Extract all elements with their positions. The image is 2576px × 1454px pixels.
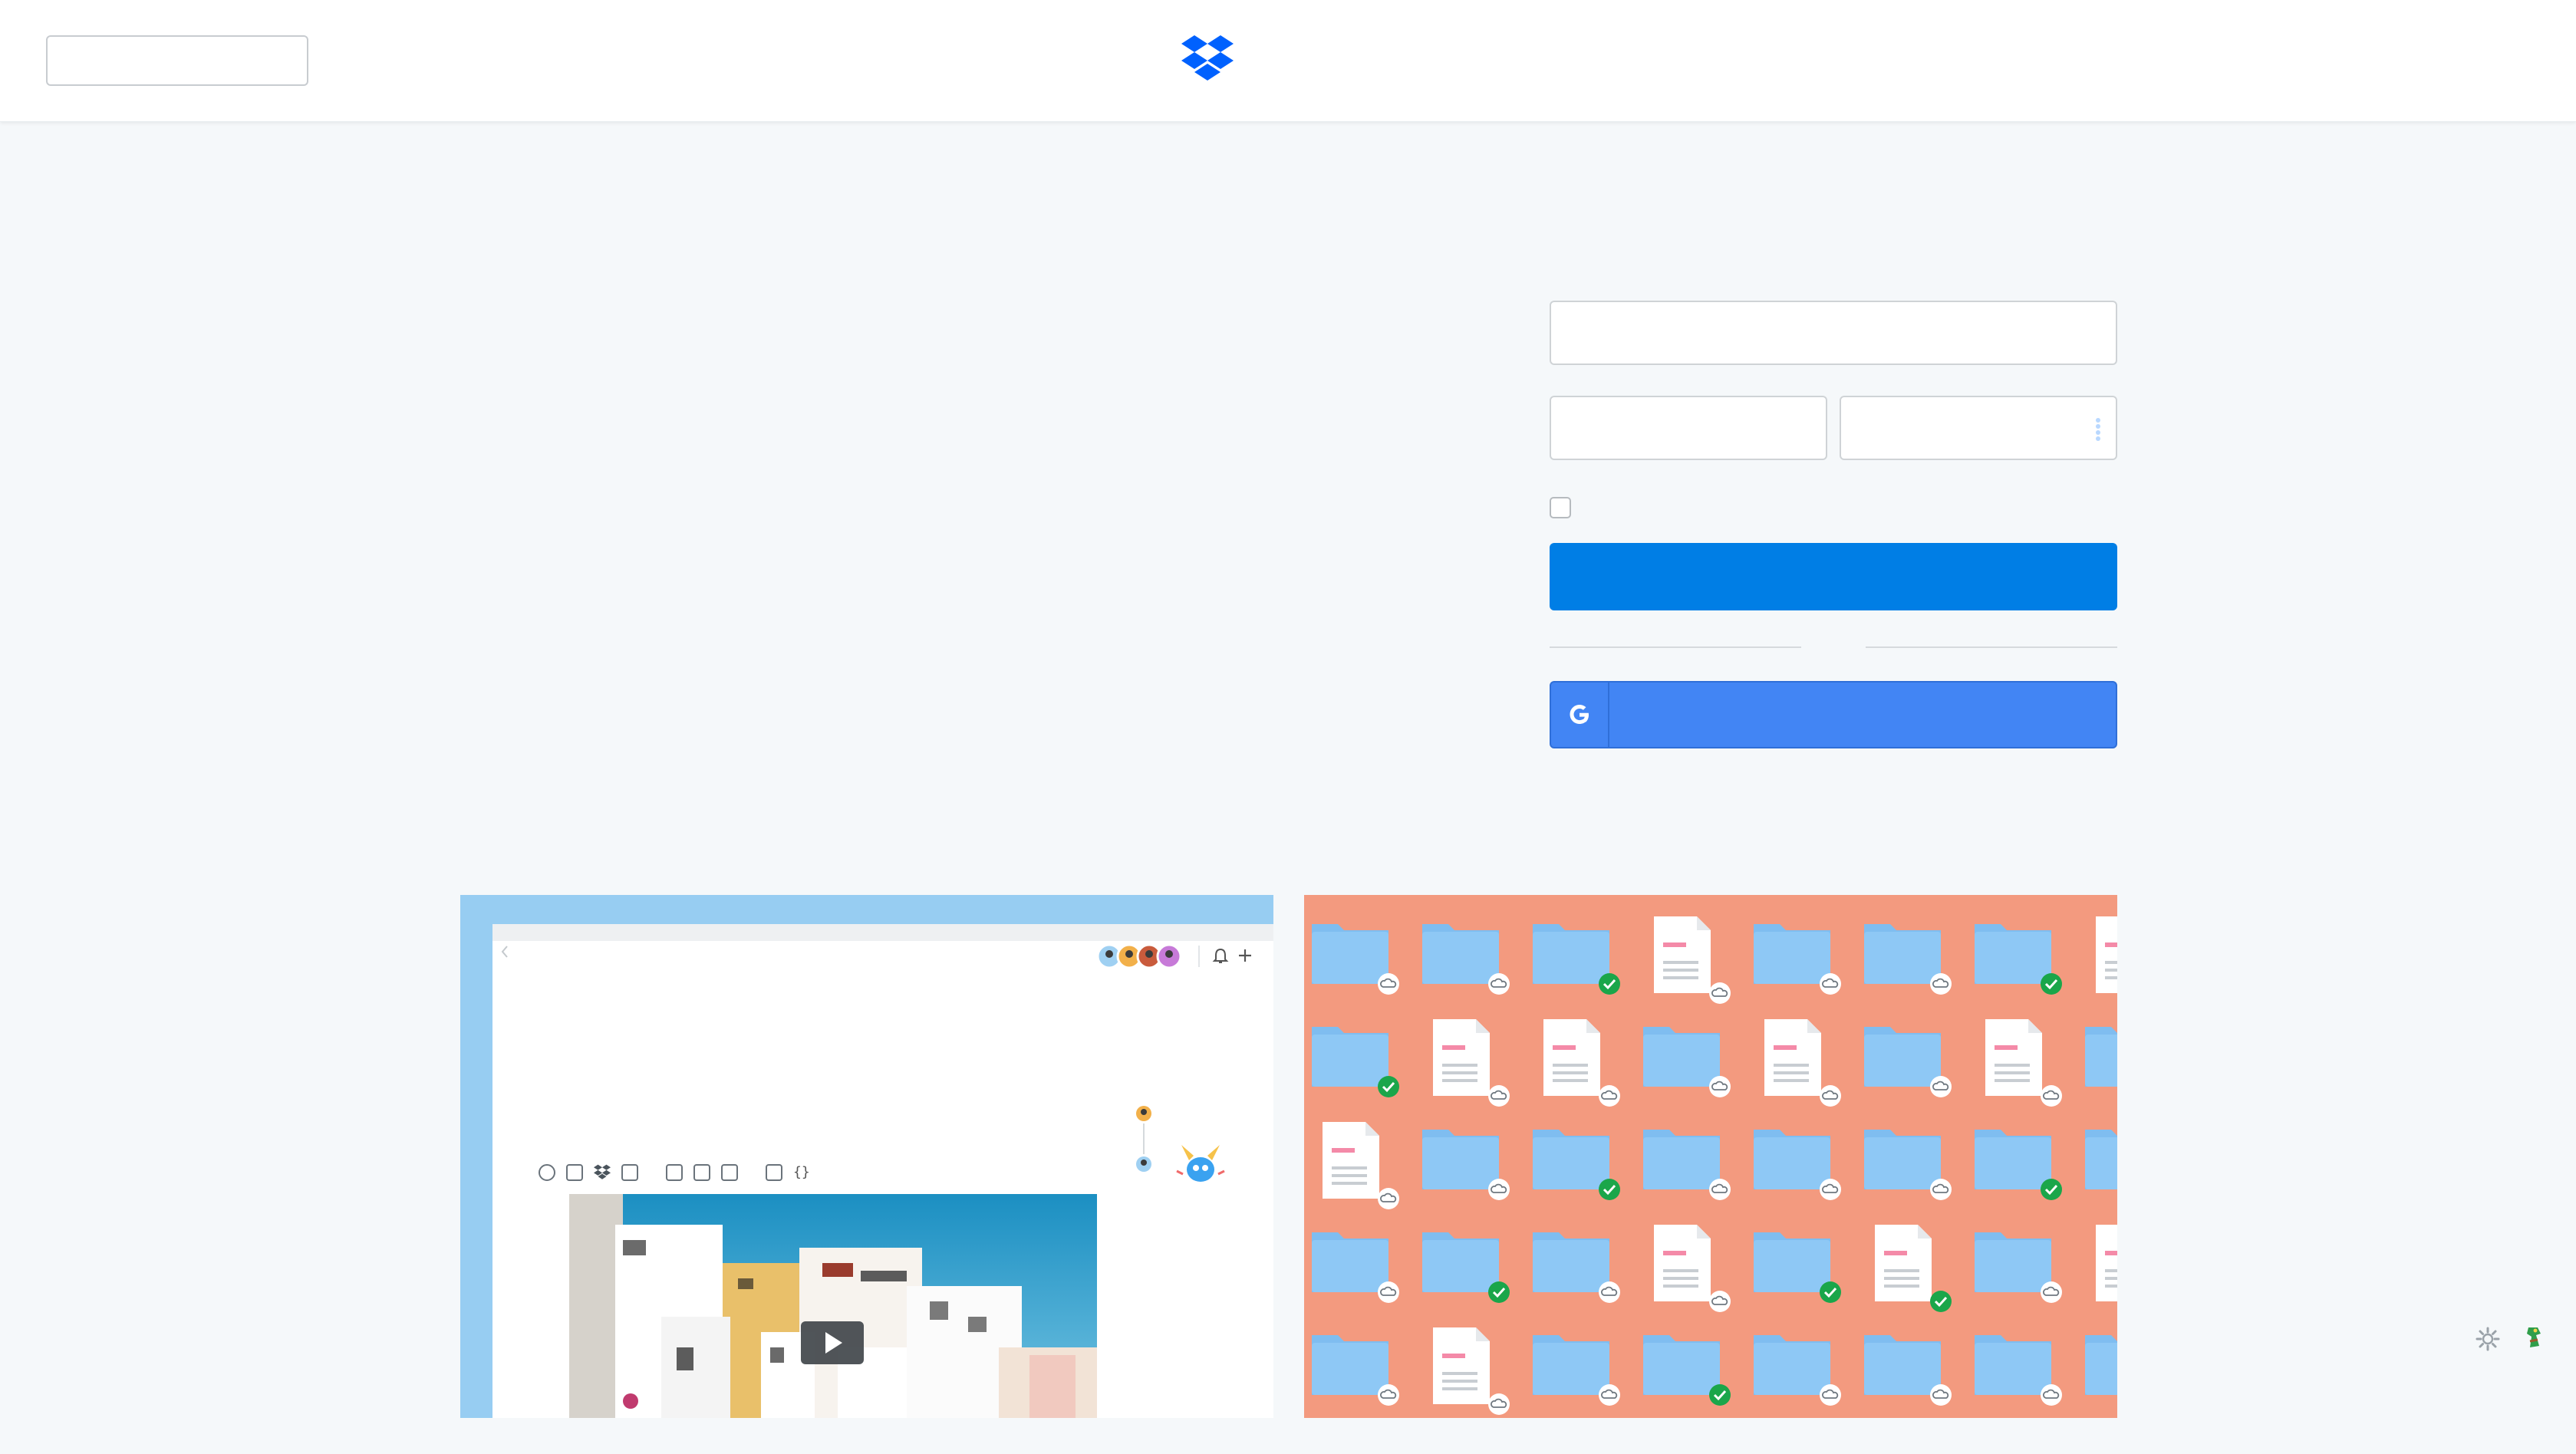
divider-line-right — [1866, 646, 2117, 648]
editor-toolbar: {} — [539, 1162, 810, 1183]
remember-checkbox[interactable] — [1550, 497, 1571, 518]
folder-tile — [1864, 1027, 1952, 1097]
folder-tile — [1422, 1232, 1510, 1303]
back-chevron-icon[interactable] — [500, 944, 509, 959]
folder-tile — [1422, 1130, 1510, 1200]
folder-tile — [1533, 1335, 1620, 1406]
folder-tile — [1533, 1130, 1620, 1200]
feedback-mascot-icon[interactable] — [2521, 1324, 2547, 1350]
divider-text — [1801, 637, 1866, 658]
folder-tile — [1754, 924, 1841, 995]
folder-tile — [1864, 924, 1952, 995]
first-name-input[interactable] — [1550, 396, 1827, 460]
file-tile — [1323, 1122, 1399, 1209]
email-input[interactable] — [1550, 301, 2117, 365]
folder-tile — [1312, 1232, 1399, 1303]
collaborator-avatars[interactable] — [1095, 942, 1181, 970]
google-signin-button[interactable] — [1550, 681, 2117, 748]
sticker-creature-icon — [1176, 1145, 1225, 1182]
checklist-icon[interactable] — [721, 1164, 738, 1181]
folder-tile — [1975, 1130, 2062, 1200]
folder-tile — [2085, 1027, 2117, 1087]
bell-icon[interactable] — [1212, 947, 1229, 965]
file-tile — [1543, 1019, 1620, 1107]
folder-tile — [2085, 1335, 2117, 1395]
file-tile — [1654, 916, 1731, 1004]
file-tile — [1875, 1225, 1952, 1312]
file-tile — [1764, 1019, 1841, 1107]
folder-tile — [1864, 1335, 1952, 1406]
folder-tile — [2085, 1130, 2117, 1189]
close-circle-icon[interactable] — [539, 1164, 555, 1181]
folder-tile — [1643, 1130, 1731, 1200]
top-left-input-box[interactable] — [46, 35, 308, 86]
table-icon[interactable] — [621, 1164, 638, 1181]
folder-tile — [1312, 924, 1399, 995]
folder-tile — [1975, 1232, 2062, 1303]
folder-tile — [1643, 1335, 1731, 1406]
folder-tile — [1975, 924, 2062, 995]
primary-submit-button[interactable] — [1550, 543, 2117, 610]
paper-doc-preview: {} — [460, 895, 1273, 1418]
comment-avatar-1[interactable] — [1135, 1105, 1152, 1122]
file-tile — [1654, 1225, 1731, 1312]
comment-avatar-2[interactable] — [1135, 1156, 1152, 1173]
folder-tile — [1312, 1335, 1399, 1406]
folder-tile — [1533, 924, 1620, 995]
folder-tile — [1754, 1130, 1841, 1200]
file-tile — [1433, 1327, 1510, 1415]
embedded-video-thumbnail[interactable] — [569, 1194, 1097, 1418]
password-input[interactable] — [1840, 396, 2117, 460]
divider-icon[interactable] — [766, 1164, 782, 1181]
doc-window-titlebar — [492, 924, 1273, 941]
settings-gear-icon[interactable] — [2475, 1326, 2501, 1352]
files-and-folders-grid — [1312, 916, 2117, 1415]
folder-tile — [1312, 1027, 1399, 1097]
dropbox-insert-icon[interactable] — [594, 1164, 611, 1181]
file-tile — [1433, 1019, 1510, 1107]
file-tile — [2096, 916, 2117, 993]
numbered-list-icon[interactable] — [693, 1164, 710, 1181]
doc-window: {} — [492, 924, 1273, 1418]
toolbar-divider — [1198, 946, 1200, 967]
folder-tile — [1754, 1232, 1841, 1303]
comment-thread-line — [1143, 1123, 1145, 1154]
top-header — [0, 0, 2576, 122]
image-icon[interactable] — [566, 1164, 583, 1181]
folder-tile — [1975, 1335, 2062, 1406]
folder-tile — [1864, 1130, 1952, 1200]
code-block-icon[interactable]: {} — [793, 1164, 810, 1181]
google-g-icon — [1551, 683, 1609, 747]
folder-tile — [1643, 1027, 1731, 1097]
folder-tile — [1422, 924, 1510, 995]
file-tile — [1985, 1019, 2062, 1107]
password-manager-icon[interactable] — [2094, 417, 2102, 442]
bullet-list-icon[interactable] — [666, 1164, 683, 1181]
folder-tile — [1754, 1335, 1841, 1406]
file-tile — [2096, 1225, 2117, 1301]
folder-tile — [1533, 1232, 1620, 1303]
folders-illustration — [1304, 895, 2117, 1418]
divider-line-left — [1550, 646, 1801, 648]
dropbox-logo-icon[interactable] — [1181, 35, 1234, 84]
plus-icon[interactable] — [1237, 947, 1253, 964]
